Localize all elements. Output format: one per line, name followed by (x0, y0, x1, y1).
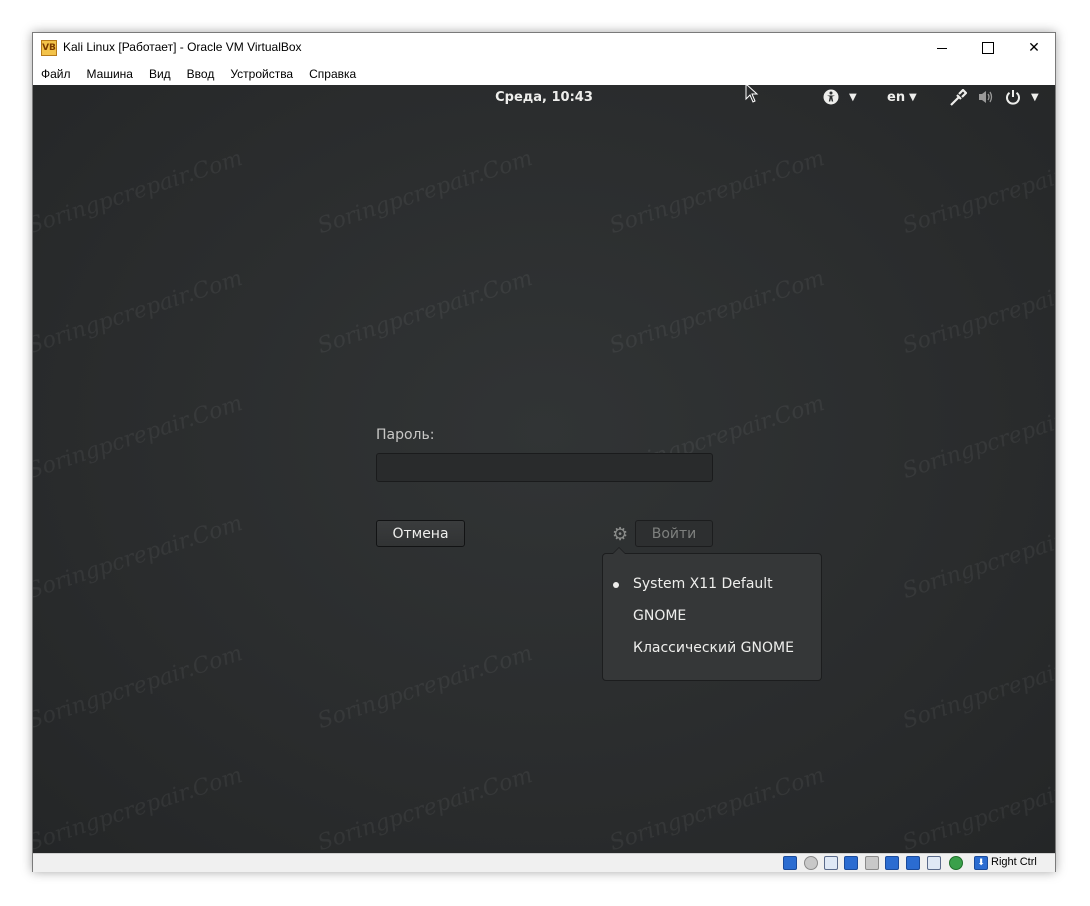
accessibility-icon[interactable] (823, 89, 839, 109)
session-item-gnome[interactable]: GNOME (633, 608, 686, 624)
virtualization-icon[interactable] (949, 856, 963, 870)
network-adapter-icon[interactable] (844, 856, 858, 870)
close-button[interactable]: ✕ (1011, 33, 1057, 63)
close-icon: ✕ (1028, 40, 1040, 56)
usb-icon[interactable] (865, 856, 879, 870)
virtualbox-window: VB Kali Linux [Работает] - Oracle VM Vir… (32, 32, 1056, 872)
virtualbox-app-icon: VB (41, 40, 57, 56)
password-label: Пароль: (376, 427, 435, 443)
watermark-text: Soringpcrepair.Com (314, 145, 536, 240)
watermark-text: Soringpcrepair.Com (33, 265, 246, 360)
watermark-text: Soringpcrepair.Com (606, 762, 828, 853)
vm-display[interactable]: Soringpcrepair.Com Soringpcrepair.Com So… (33, 85, 1055, 853)
cancel-button[interactable]: Отмена (376, 520, 465, 547)
power-icon[interactable] (1005, 89, 1021, 109)
menu-file[interactable]: Файл (33, 67, 79, 81)
menu-view[interactable]: Вид (141, 67, 179, 81)
sign-in-button[interactable]: Войти (635, 520, 713, 547)
volume-icon[interactable] (977, 89, 995, 109)
chevron-down-icon[interactable]: ▼ (909, 92, 917, 103)
session-menu: System X11 Default GNOME Классический GN… (602, 547, 822, 681)
watermark-text: Soringpcrepair.Com (899, 762, 1055, 853)
chevron-down-icon[interactable]: ▼ (849, 92, 857, 103)
vm-status-bar: ⬇ Right Ctrl (33, 853, 1055, 872)
maximize-button[interactable] (965, 33, 1011, 63)
video-capture-icon[interactable] (927, 856, 941, 870)
watermark-text: Soringpcrepair.Com (899, 145, 1055, 240)
menu-help[interactable]: Справка (301, 67, 364, 81)
watermark-text: Soringpcrepair.Com (33, 762, 246, 853)
watermark-text: Soringpcrepair.Com (314, 265, 536, 360)
watermark-text: Soringpcrepair.Com (606, 265, 828, 360)
minimize-icon (937, 47, 947, 49)
watermark-text: Soringpcrepair.Com (899, 640, 1055, 735)
hard-disk-icon[interactable] (783, 856, 797, 870)
keyboard-layout-indicator[interactable]: en (887, 90, 905, 105)
watermark-text: Soringpcrepair.Com (606, 145, 828, 240)
host-key-label: Right Ctrl (991, 856, 1037, 868)
session-item-gnome-classic[interactable]: Классический GNOME (633, 640, 794, 656)
watermark-text: Soringpcrepair.Com (33, 640, 246, 735)
menu-input[interactable]: Ввод (179, 67, 223, 81)
watermark-text: Soringpcrepair.Com (33, 145, 246, 240)
menu-devices[interactable]: Устройства (222, 67, 301, 81)
title-bar[interactable]: VB Kali Linux [Работает] - Oracle VM Vir… (33, 33, 1055, 63)
watermark-text: Soringpcrepair.Com (314, 762, 536, 853)
shared-folders-icon[interactable] (885, 856, 899, 870)
watermark-text: Soringpcrepair.Com (899, 510, 1055, 605)
maximize-icon (982, 42, 994, 54)
menu-machine[interactable]: Машина (79, 67, 141, 81)
password-input[interactable] (376, 453, 713, 482)
gnome-top-bar: Среда, 10:43 ▼ en ▼ ▼ (33, 85, 1055, 111)
gear-icon[interactable]: ⚙ (612, 524, 628, 545)
host-key-arrow-icon[interactable]: ⬇ (974, 856, 988, 870)
menu-bar: Файл Машина Вид Ввод Устройства Справка (33, 63, 1055, 85)
session-item-x11-default[interactable]: System X11 Default (633, 576, 773, 592)
window-title: Kali Linux [Работает] - Oracle VM Virtua… (63, 40, 302, 54)
audio-icon[interactable] (824, 856, 838, 870)
watermark-text: Soringpcrepair.Com (899, 390, 1055, 485)
display-icon[interactable] (906, 856, 920, 870)
watermark-text: Soringpcrepair.Com (33, 510, 246, 605)
chevron-down-icon[interactable]: ▼ (1031, 92, 1039, 103)
optical-drive-icon[interactable] (804, 856, 818, 870)
watermark-text: Soringpcrepair.Com (33, 390, 246, 485)
watermark-text: Soringpcrepair.Com (314, 640, 536, 735)
selected-bullet-icon (613, 582, 619, 588)
minimize-button[interactable] (919, 33, 965, 63)
watermark-text: Soringpcrepair.Com (899, 265, 1055, 360)
mouse-pointer-icon (745, 85, 759, 103)
network-icon[interactable] (949, 88, 968, 111)
